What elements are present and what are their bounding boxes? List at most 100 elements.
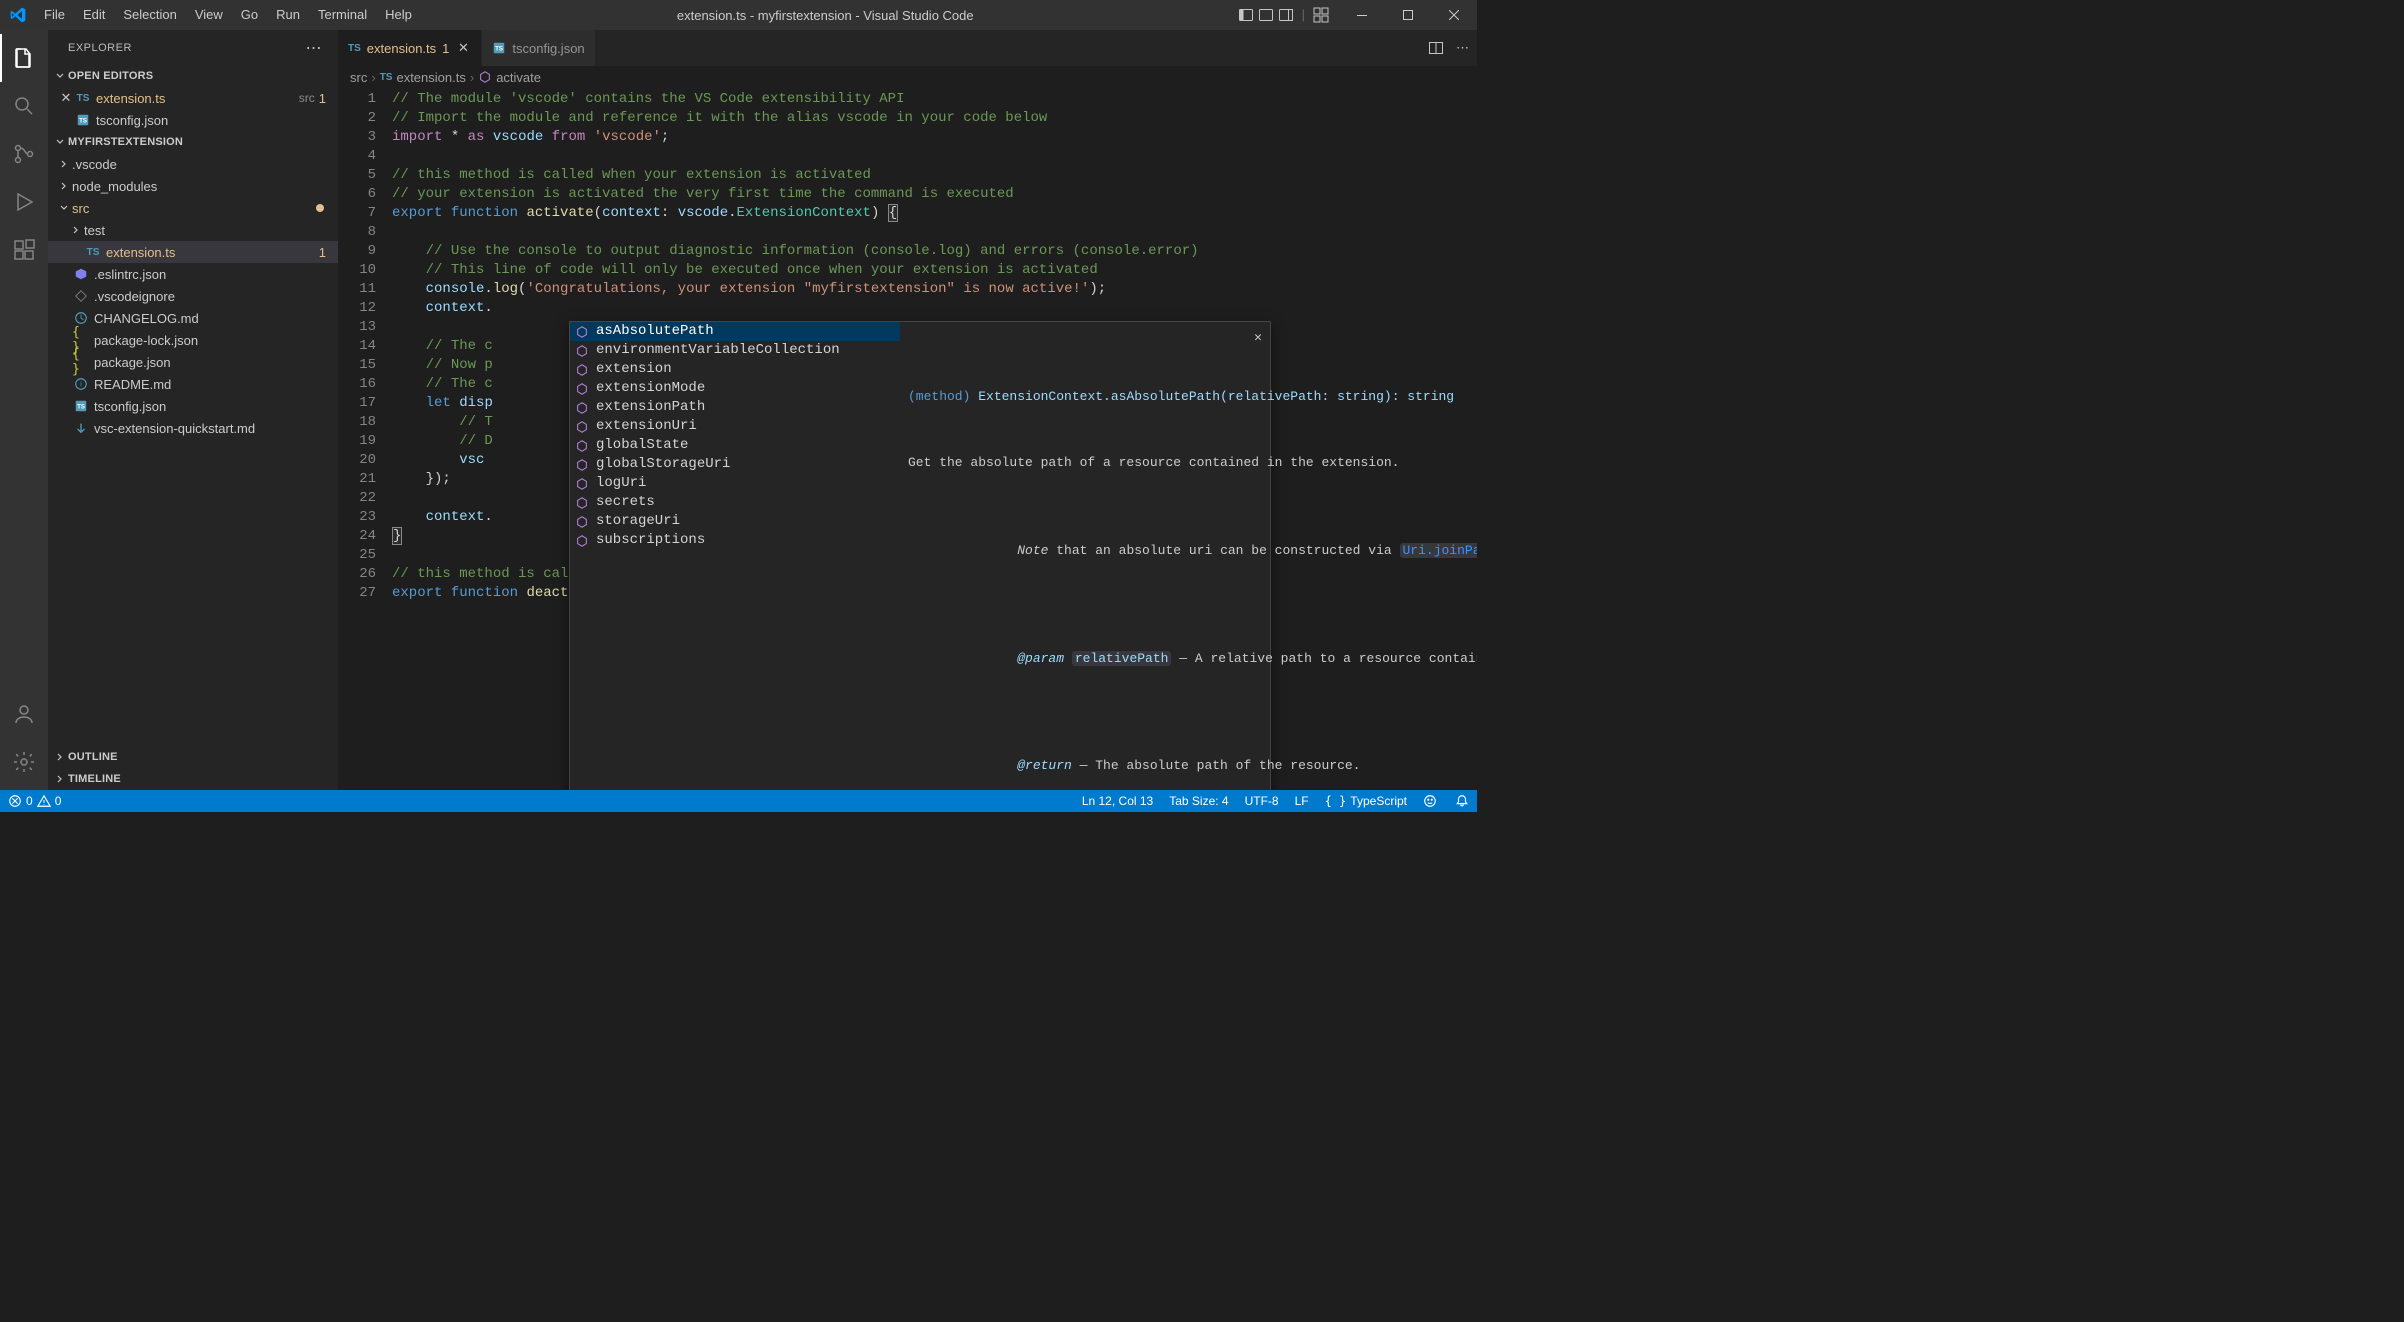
code-content[interactable]: // The module 'vscode' contains the VS C… [392, 88, 1477, 790]
editor-tab[interactable]: TStsconfig.json [482, 30, 595, 66]
menu-view[interactable]: View [186, 0, 232, 30]
menu-run[interactable]: Run [267, 0, 309, 30]
sidebar-title: EXPLORER ⋯ [48, 30, 338, 65]
file-icon: TS [74, 113, 92, 127]
window-minimize-button[interactable] [1339, 0, 1385, 30]
suggestion-item[interactable]: logUri [570, 474, 900, 493]
editor-tabs: TSextension.ts1✕TStsconfig.json ⋯ [338, 30, 1477, 66]
suggestion-item[interactable]: extensionUri [570, 417, 900, 436]
breadcrumb-item[interactable]: activate [478, 70, 541, 85]
file-item[interactable]: TStsconfig.json [48, 395, 338, 417]
code-line[interactable]: // your extension is activated the very … [392, 185, 1477, 204]
suggestion-item[interactable]: globalState [570, 436, 900, 455]
status-indentation[interactable]: Tab Size: 4 [1161, 790, 1236, 812]
code-line[interactable]: // This line of code will only be execut… [392, 261, 1477, 280]
folder-item[interactable]: test [48, 219, 338, 241]
activity-extensions-icon[interactable] [0, 226, 48, 274]
close-icon[interactable]: ✕ [455, 40, 471, 56]
folder-item[interactable]: node_modules [48, 175, 338, 197]
close-icon[interactable]: ✕ [58, 90, 74, 106]
window-close-button[interactable] [1431, 0, 1477, 30]
suggestion-item[interactable]: asAbsolutePath [570, 322, 900, 341]
status-problems[interactable]: 0 0 [0, 790, 69, 812]
split-editor-icon[interactable] [1428, 40, 1444, 56]
code-line[interactable]: export function activate(context: vscode… [392, 204, 1477, 223]
status-language[interactable]: { } TypeScript [1317, 790, 1415, 812]
layout-sidebar-left-icon[interactable] [1238, 7, 1254, 23]
file-item[interactable]: { }package.json [48, 351, 338, 373]
vscode-logo-icon [0, 7, 35, 23]
file-item[interactable]: TSextension.ts1 [48, 241, 338, 263]
file-icon: TS [72, 399, 90, 413]
activity-search-icon[interactable] [0, 82, 48, 130]
menu-help[interactable]: Help [376, 0, 421, 30]
code-line[interactable]: import * as vscode from 'vscode'; [392, 128, 1477, 147]
code-line[interactable]: // this method is called when your exten… [392, 166, 1477, 185]
folder-item[interactable]: .vscode [48, 153, 338, 175]
file-item[interactable]: CHANGELOG.md [48, 307, 338, 329]
file-item[interactable]: vsc-extension-quickstart.md [48, 417, 338, 439]
layout-sidebar-right-icon[interactable] [1278, 7, 1294, 23]
open-editor-item[interactable]: TStsconfig.json [48, 109, 338, 131]
code-line[interactable]: context. [392, 299, 1477, 318]
outline-header[interactable]: OUTLINE [48, 746, 338, 768]
breadcrumbs[interactable]: src›TS extension.ts› activate [338, 66, 1477, 88]
timeline-header[interactable]: TIMELINE [48, 768, 338, 790]
suggestion-item[interactable]: extension [570, 360, 900, 379]
code-line[interactable]: console.log('Congratulations, your exten… [392, 280, 1477, 299]
folder-item[interactable]: src [48, 197, 338, 219]
menu-edit[interactable]: Edit [74, 0, 114, 30]
code-line[interactable] [392, 147, 1477, 166]
code-line[interactable]: // Import the module and reference it wi… [392, 109, 1477, 128]
description-text: Get the absolute path of a resource cont… [908, 453, 1262, 473]
status-cursor-position[interactable]: Ln 12, Col 13 [1074, 790, 1161, 812]
menu-terminal[interactable]: Terminal [309, 0, 376, 30]
open-editor-item[interactable]: ✕TSextension.tssrc1 [48, 87, 338, 109]
tab-more-icon[interactable]: ⋯ [1456, 40, 1469, 56]
status-eol[interactable]: LF [1287, 790, 1317, 812]
open-editors-header[interactable]: OPEN EDITORS [48, 65, 338, 87]
status-notifications-icon[interactable] [1447, 790, 1477, 812]
activity-explorer-icon[interactable] [0, 34, 48, 82]
code-line[interactable]: // The module 'vscode' contains the VS C… [392, 90, 1477, 109]
window-maximize-button[interactable] [1385, 0, 1431, 30]
suggestion-item[interactable]: subscriptions [570, 531, 900, 550]
file-item[interactable]: { }package-lock.json [48, 329, 338, 351]
editor-tab[interactable]: TSextension.ts1✕ [338, 30, 482, 66]
activity-source-control-icon[interactable] [0, 130, 48, 178]
menu-file[interactable]: File [35, 0, 74, 30]
suggestion-item[interactable]: storageUri [570, 512, 900, 531]
file-item[interactable]: .vscodeignore [48, 285, 338, 307]
file-item[interactable]: .eslintrc.json [48, 263, 338, 285]
close-icon[interactable]: ✕ [1254, 328, 1262, 348]
activity-accounts-icon[interactable] [0, 690, 48, 738]
suggestion-item[interactable]: extensionPath [570, 398, 900, 417]
layout-customize-icon[interactable] [1313, 7, 1329, 23]
svg-text:TS: TS [77, 404, 85, 411]
breadcrumb-item[interactable]: TS extension.ts [380, 70, 466, 85]
suggestion-list[interactable]: asAbsolutePathenvironmentVariableCollect… [570, 322, 900, 790]
code-line[interactable] [392, 223, 1477, 242]
param-doc: @param relativePath — A relative path to… [908, 629, 1262, 688]
layout-panel-icon[interactable] [1258, 7, 1274, 23]
file-item[interactable]: iREADME.md [48, 373, 338, 395]
status-encoding[interactable]: UTF-8 [1237, 790, 1287, 812]
code-line[interactable]: // Use the console to output diagnostic … [392, 242, 1477, 261]
activity-settings-icon[interactable] [0, 738, 48, 786]
status-bar: 0 0 Ln 12, Col 13 Tab Size: 4 UTF-8 LF {… [0, 790, 1477, 812]
activity-run-debug-icon[interactable] [0, 178, 48, 226]
menu-selection[interactable]: Selection [114, 0, 185, 30]
code-editor[interactable]: 1234567891011121314151617181920212223242… [338, 88, 1477, 790]
file-icon [72, 311, 90, 325]
breadcrumb-item[interactable]: src [350, 70, 367, 85]
suggestion-item[interactable]: secrets [570, 493, 900, 512]
method-icon [574, 477, 590, 491]
suggestion-item[interactable]: globalStorageUri [570, 455, 900, 474]
method-icon [574, 363, 590, 377]
status-feedback-icon[interactable] [1415, 790, 1447, 812]
workspace-header[interactable]: MYFIRSTEXTENSION [48, 131, 338, 153]
sidebar-more-icon[interactable]: ⋯ [306, 38, 323, 58]
suggestion-item[interactable]: extensionMode [570, 379, 900, 398]
menu-go[interactable]: Go [232, 0, 267, 30]
suggestion-item[interactable]: environmentVariableCollection [570, 341, 900, 360]
